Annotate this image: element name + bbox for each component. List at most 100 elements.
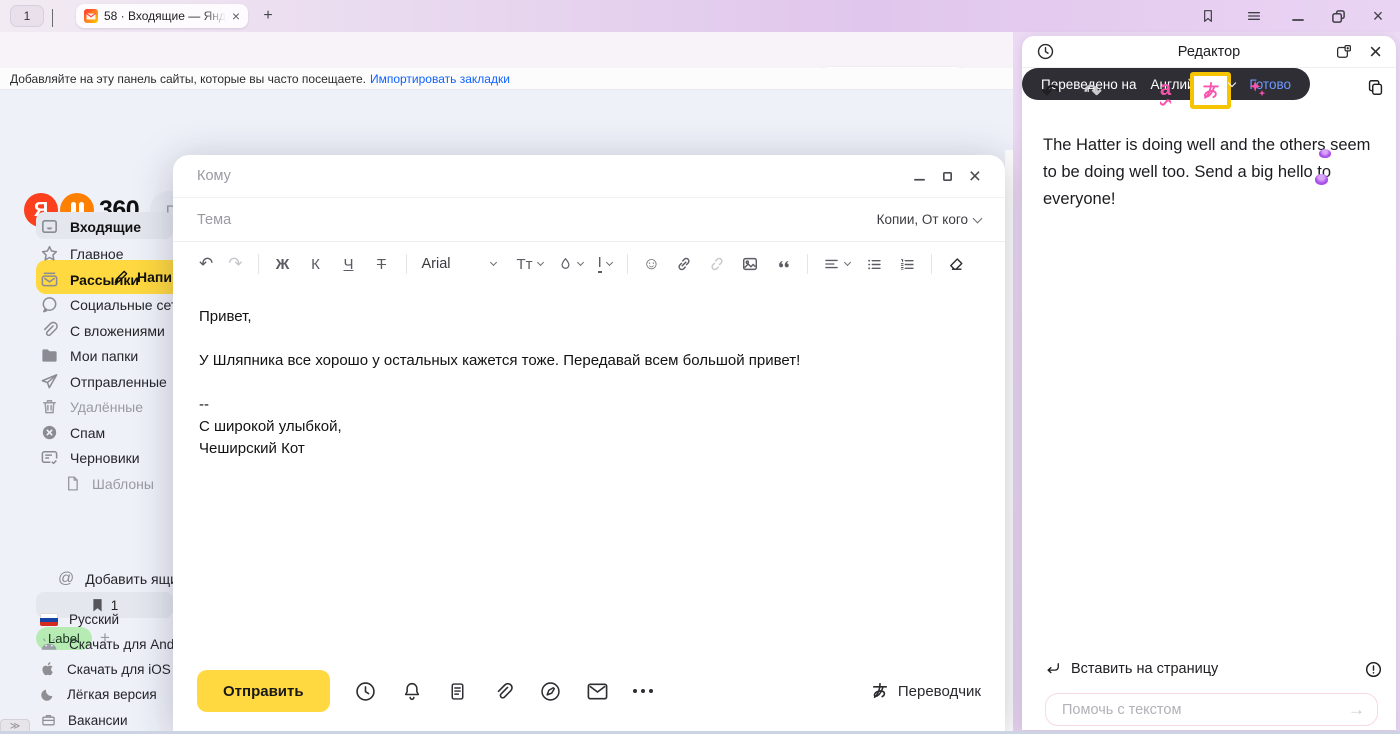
sidebar-item-drafts[interactable]: Черновики — [36, 445, 196, 470]
font-size-select[interactable]: Tт — [517, 256, 543, 273]
insert-image-icon[interactable] — [741, 255, 759, 273]
translator-button[interactable]: Переводчик — [870, 681, 981, 701]
inbox-icon — [40, 217, 59, 236]
compose-subject-row[interactable]: Тема Копии, От кого — [173, 198, 1005, 242]
info-alert-icon[interactable] — [1364, 660, 1383, 679]
open-in-window-icon[interactable] — [1335, 43, 1353, 61]
cursor-marker-icon — [1315, 174, 1328, 185]
compose-expand-icon[interactable] — [942, 171, 953, 182]
sidebar-item-attachments[interactable]: С вложениями — [36, 318, 196, 343]
side-panel-toggle-icon[interactable] — [1196, 6, 1220, 26]
new-tab-button[interactable]: + — [258, 6, 278, 26]
emoji-icon[interactable]: ☺ — [643, 254, 660, 274]
footer-light-version-link[interactable]: Лёгкая версия — [36, 682, 157, 706]
window-minimize-icon[interactable] — [1286, 6, 1310, 26]
star-icon — [40, 244, 59, 263]
window-close-icon[interactable]: × — [1366, 6, 1390, 26]
moon-icon — [40, 686, 56, 702]
bullet-list-icon[interactable] — [865, 256, 883, 273]
sidebar-item-main[interactable]: Главное — [36, 241, 196, 266]
strikethrough-button[interactable]: Т — [373, 256, 391, 273]
briefcase-icon — [40, 712, 57, 728]
tab-list-chevron-icon[interactable] — [52, 9, 53, 27]
panel-redo-icon[interactable]: ↷ — [1084, 80, 1102, 105]
link-icon[interactable] — [675, 255, 693, 273]
insert-return-icon — [1044, 660, 1062, 678]
history-clock-icon[interactable] — [1036, 42, 1055, 61]
copy-icon[interactable] — [1366, 78, 1385, 97]
compose-body[interactable]: Привет, У Шляпника все хорошо у остальны… — [173, 286, 1005, 460]
underline-button[interactable]: Ч — [340, 256, 358, 273]
translated-text[interactable]: The Hatter is doing well and the others … — [1043, 132, 1379, 213]
postcard-icon[interactable] — [586, 681, 609, 702]
spellcheck-icon[interactable]: a — [1160, 78, 1171, 101]
schedule-send-icon[interactable] — [354, 680, 377, 703]
android-icon — [40, 637, 58, 651]
eraser-icon[interactable] — [947, 255, 965, 273]
highlight-color-button[interactable] — [558, 256, 583, 272]
cursor-marker-icon — [1319, 149, 1331, 158]
footer-vacancies-link[interactable]: Вакансии — [36, 708, 128, 732]
bookmarks-hint: Добавляйте на эту панель сайты, которые … — [10, 72, 366, 86]
ai-prompt-box[interactable]: → — [1045, 693, 1378, 726]
numbered-list-icon[interactable] — [898, 256, 916, 273]
tab-title: 58 · Входящие — Яндек — [104, 9, 226, 23]
paper-plane-icon — [40, 372, 59, 391]
tab-group-counter[interactable]: 1 — [10, 5, 44, 27]
undo-icon[interactable]: ↶ — [199, 254, 213, 274]
cc-from-toggle[interactable]: Копии, От кого — [877, 212, 981, 227]
browser-tab-bar: 1 58 · Входящие — Яндек × + × — [0, 0, 1400, 32]
translate-highlight-box[interactable] — [1190, 72, 1231, 109]
active-tab[interactable]: 58 · Входящие — Яндек × — [76, 4, 248, 28]
window-restore-icon[interactable] — [1326, 6, 1350, 26]
sidebar-item-templates[interactable]: Шаблоны — [36, 471, 196, 496]
panel-close-icon[interactable]: × — [1369, 41, 1382, 63]
sidebar-item-my-folders[interactable]: Мои папки — [36, 343, 196, 368]
ai-prompt-input[interactable] — [1062, 702, 1348, 718]
sidebar-item-trash[interactable]: Удалённые — [36, 394, 196, 419]
text-color-button[interactable]: I — [598, 255, 612, 274]
attach-file-icon[interactable] — [492, 680, 515, 703]
sidebar-item-inbox[interactable]: Входящие — [36, 214, 196, 239]
more-send-options-icon[interactable] — [633, 689, 653, 693]
sidebar-item-sent[interactable]: Отправленные — [36, 369, 196, 394]
send-button[interactable]: Отправить — [197, 670, 330, 712]
panel-undo-icon[interactable]: ↶ — [1042, 80, 1060, 105]
russian-flag-icon — [40, 613, 58, 626]
bold-button[interactable]: Ж — [274, 256, 292, 273]
footer-android-link[interactable]: Скачать для Andro — [36, 632, 186, 656]
compose-send-bar: Отправить Переводчик — [173, 670, 1005, 712]
sidebar-item-newsletters[interactable]: Рассылки — [36, 267, 196, 292]
compose-minimize-icon[interactable] — [913, 170, 926, 183]
compose-window: Кому × Тема Копии, От кого ↶ ↷ Ж К Ч Т A… — [173, 155, 1005, 732]
sidebar-item-social[interactable]: Социальные сети — [36, 292, 196, 317]
tab-close-icon[interactable]: × — [232, 9, 240, 23]
attach-from-disk-icon[interactable] — [539, 680, 562, 703]
content-gap — [1005, 150, 1013, 731]
template-note-icon[interactable] — [447, 680, 468, 703]
unlink-icon[interactable] — [708, 255, 726, 273]
paperclip-icon — [40, 321, 59, 340]
submit-arrow-icon[interactable]: → — [1348, 700, 1365, 720]
folder-icon — [40, 346, 59, 365]
bookmarks-import-link[interactable]: Импортировать закладки — [370, 72, 510, 86]
reminder-bell-icon[interactable] — [401, 680, 423, 703]
newsletters-icon — [40, 270, 59, 289]
browser-menu-icon[interactable] — [1242, 6, 1266, 26]
sidebar-item-spam[interactable]: Спам — [36, 420, 196, 445]
add-mailbox-link[interactable]: @ Добавить ящик — [36, 567, 184, 591]
translate-a-icon — [1200, 80, 1222, 102]
quote-icon[interactable] — [774, 255, 792, 273]
footer-ios-link[interactable]: Скачать для iOS — [36, 657, 171, 681]
bookmarks-bar: Добавляйте на эту панель сайты, которые … — [0, 68, 1022, 90]
compose-to-row[interactable]: Кому × — [173, 155, 1005, 198]
footer-language[interactable]: Русский — [36, 607, 119, 631]
ai-sparkles-icon[interactable] — [1246, 78, 1268, 100]
compose-close-icon[interactable]: × — [969, 166, 981, 187]
redo-icon[interactable]: ↷ — [228, 254, 242, 274]
template-file-icon — [64, 475, 81, 492]
align-button[interactable] — [823, 256, 850, 272]
italic-button[interactable]: К — [307, 256, 325, 273]
insert-to-page-button[interactable]: Вставить на страницу — [1044, 660, 1218, 678]
font-family-select[interactable]: Arial — [422, 256, 496, 272]
